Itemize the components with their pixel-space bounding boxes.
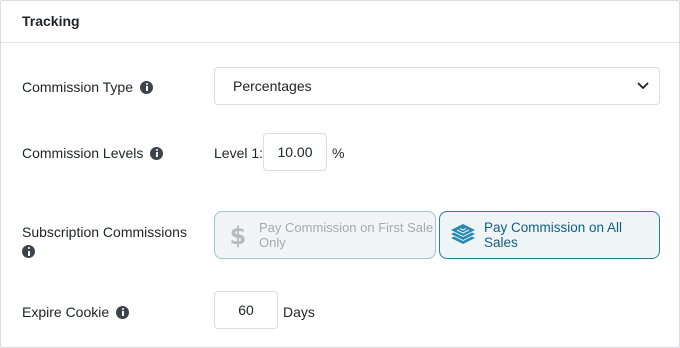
- subscription-commissions-label: Subscription Commissions: [22, 224, 187, 240]
- commission-levels-label: Commission Levels: [22, 145, 144, 161]
- pay-commission-all-sales-option[interactable]: Pay Commission on All Sales: [439, 211, 660, 259]
- info-icon[interactable]: [140, 80, 154, 94]
- commission-type-selected-value: Percentages: [233, 78, 312, 94]
- expire-cookie-label: Expire Cookie: [22, 304, 110, 320]
- level-1-label: Level 1:: [214, 145, 264, 161]
- pay-commission-first-sale-option[interactable]: $ Pay Commission on First Sale Only: [214, 211, 436, 259]
- expire-cookie-row-label: Expire Cookie: [22, 303, 130, 321]
- expire-cookie-input[interactable]: 60: [214, 291, 278, 329]
- tracking-panel: Tracking Commission Type Percentages Com…: [0, 0, 680, 348]
- commission-type-select[interactable]: Percentages: [214, 67, 660, 105]
- percent-unit: %: [332, 145, 345, 161]
- commission-type-row-label: Commission Type: [22, 78, 154, 96]
- stack-icon: [451, 224, 475, 244]
- option-label: Pay Commission on First Sale Only: [259, 220, 434, 250]
- chevron-down-icon: [637, 82, 649, 89]
- commission-type-label: Commission Type: [22, 79, 134, 95]
- section-title: Tracking: [22, 13, 80, 29]
- panel-header: Tracking: [1, 1, 679, 43]
- days-unit: Days: [283, 304, 315, 320]
- commission-levels-row-label: Commission Levels: [22, 144, 164, 162]
- svg-text:$: $: [230, 222, 247, 250]
- dollar-icon: $: [230, 222, 247, 250]
- option-label: Pay Commission on All Sales: [484, 220, 623, 250]
- info-icon[interactable]: [116, 305, 130, 319]
- info-icon[interactable]: [22, 245, 35, 258]
- commission-level-1-input[interactable]: 10.00: [263, 133, 327, 171]
- subscription-commissions-row-label: Subscription Commissions: [22, 223, 187, 258]
- info-icon[interactable]: [150, 146, 164, 160]
